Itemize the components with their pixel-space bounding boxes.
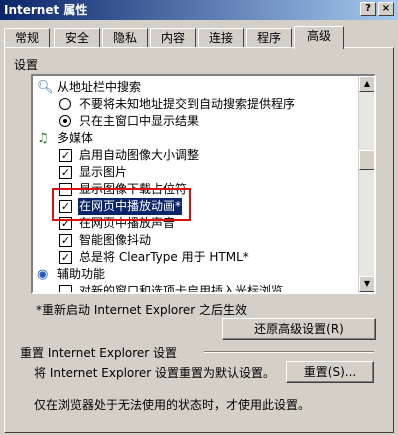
- help-button[interactable]: ?: [360, 2, 376, 16]
- list-item[interactable]: 不要将未知地址提交到自动搜索提供程序: [33, 96, 358, 113]
- checkbox[interactable]: ✓: [59, 200, 72, 213]
- list-item: ♫ 多媒体: [37, 131, 94, 146]
- list-item[interactable]: ✓ 显示图片: [33, 164, 358, 181]
- list-item[interactable]: 只在主窗口中显示结果: [33, 113, 358, 130]
- list-item-selected[interactable]: ✓ 在网页中播放动画*: [33, 198, 358, 215]
- list-item[interactable]: ✓ 智能图像抖动: [33, 232, 358, 249]
- tab-programs[interactable]: 程序: [246, 28, 292, 48]
- close-button[interactable]: ×: [378, 2, 394, 16]
- list-item[interactable]: 对新的窗口和选项卡启用插入光标浏览: [33, 283, 358, 292]
- divider: [204, 351, 374, 353]
- list-item[interactable]: 显示图像下载占位符: [33, 181, 358, 198]
- settings-list[interactable]: 🔍︎ 从地址栏中搜索 不要将未知地址提交到自动搜索提供程序 只在主窗口中显示结果…: [31, 74, 376, 294]
- title-bar: Internet 属性: [0, 0, 398, 20]
- list-item[interactable]: ✓ 启用自动图像大小调整: [33, 147, 358, 164]
- window-title: Internet 属性: [4, 3, 88, 17]
- search-icon: 🔍︎: [37, 80, 54, 95]
- checkbox[interactable]: ✓: [59, 149, 72, 162]
- settings-group-label: 设置: [14, 58, 39, 72]
- radio-button[interactable]: [59, 98, 71, 110]
- restart-note: *重新启动 Internet Explorer 之后生效: [36, 303, 248, 317]
- checkbox[interactable]: ✓: [59, 251, 72, 264]
- accessibility-icon: ◉: [37, 267, 49, 282]
- list-item[interactable]: ✓ 总是将 ClearType 用于 HTML*: [33, 249, 358, 266]
- tab-security[interactable]: 安全: [54, 28, 100, 48]
- vertical-scrollbar[interactable]: ▲ ▼: [358, 76, 374, 292]
- tab-privacy[interactable]: 隐私: [102, 28, 148, 48]
- tab-connections[interactable]: 连接: [198, 28, 244, 48]
- tab-content[interactable]: 内容: [150, 28, 196, 48]
- list-item: 🔍︎ 从地址栏中搜索: [37, 80, 142, 95]
- checkbox[interactable]: ✓: [59, 166, 72, 179]
- tab-strip: 常规 安全 隐私 内容 连接 程序 高级: [4, 26, 394, 49]
- checkbox[interactable]: ✓: [59, 217, 72, 230]
- checkbox[interactable]: [59, 285, 72, 292]
- tab-general[interactable]: 常规: [4, 28, 50, 48]
- scroll-thumb[interactable]: [359, 150, 374, 170]
- reset-section-title: 重置 Internet Explorer 设置: [20, 346, 178, 360]
- reset-description: 将 Internet Explorer 设置重置为默认设置。: [34, 366, 276, 380]
- scroll-up-icon[interactable]: ▲: [359, 76, 374, 92]
- radio-button[interactable]: [59, 115, 71, 127]
- reset-button[interactable]: 重置(S)...: [286, 361, 374, 383]
- restore-advanced-settings-button[interactable]: 还原高级设置(R): [222, 318, 376, 340]
- checkbox[interactable]: [59, 183, 72, 196]
- tab-advanced[interactable]: 高级: [294, 26, 344, 49]
- list-item: ◉ 辅助功能: [37, 267, 106, 282]
- list-item[interactable]: ✓ 在网页中播放声音: [33, 215, 358, 232]
- multimedia-icon: ♫: [37, 131, 49, 146]
- checkbox[interactable]: ✓: [59, 234, 72, 247]
- reset-note: 仅在浏览器处于无法使用的状态时，才使用此设置。: [34, 398, 311, 412]
- scroll-down-icon[interactable]: ▼: [359, 276, 374, 292]
